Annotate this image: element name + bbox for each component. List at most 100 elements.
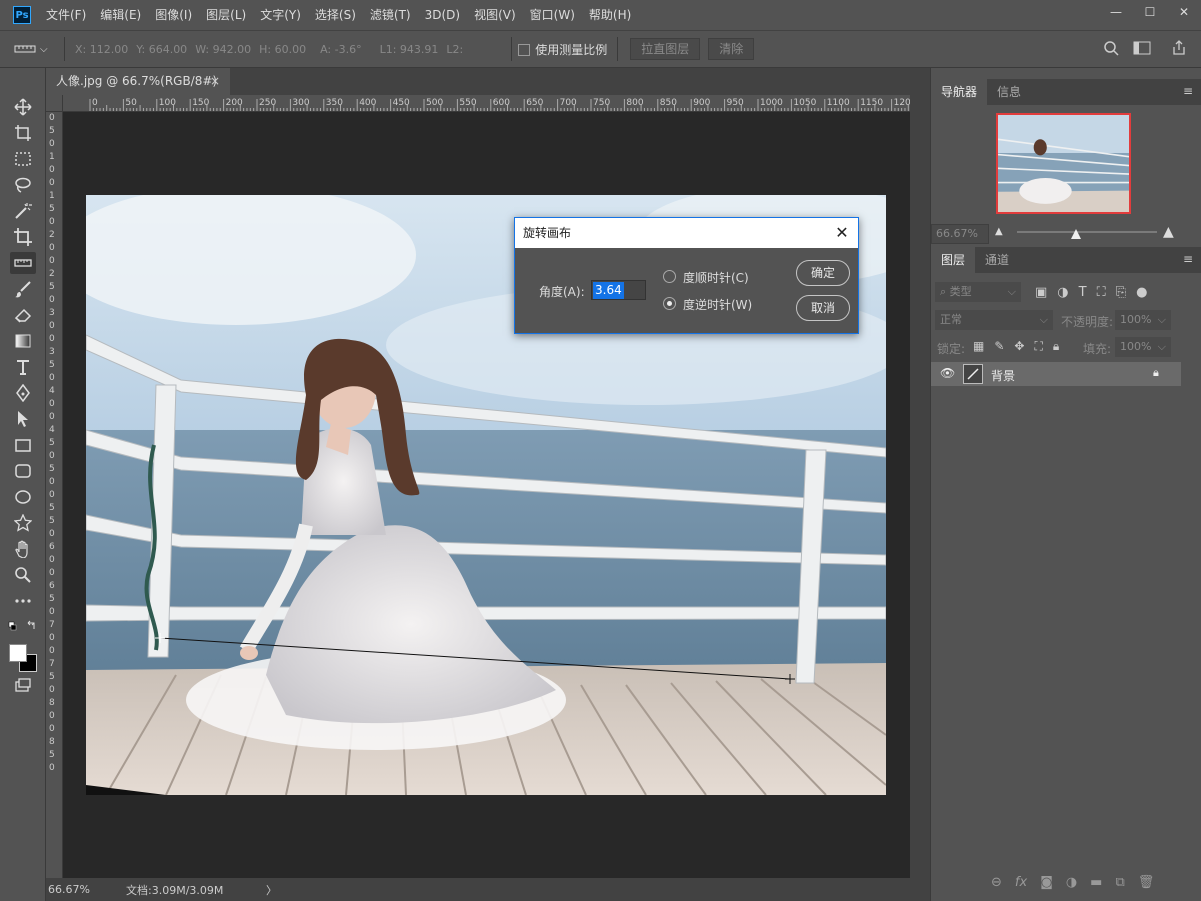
document-tab[interactable]: 人像.jpg @ 66.7%(RGB/8#) ×	[46, 68, 230, 95]
ok-button[interactable]: 确定	[796, 260, 850, 286]
filter-shape-icon[interactable]: ⛶	[1097, 285, 1106, 300]
filter-pixel-icon[interactable]: ▣	[1035, 285, 1047, 300]
menu-select[interactable]: 选择(S)	[308, 0, 363, 30]
fill-field[interactable]: 100% ⌵	[1115, 337, 1171, 357]
path-selection-tool-icon[interactable]	[10, 408, 36, 430]
share-icon[interactable]	[1171, 39, 1187, 59]
counterclockwise-label[interactable]: 度逆时针(W)	[683, 296, 752, 313]
dialog-close-icon[interactable]: ✕	[834, 218, 850, 248]
lock-transparent-icon[interactable]: ▦	[973, 339, 984, 354]
close-window-button[interactable]: ✕	[1167, 0, 1201, 24]
search-icon[interactable]	[1103, 40, 1119, 59]
navigator-panel-tabs: 导航器 信息 ≡	[931, 79, 1201, 105]
measure-w: W: 942.00	[195, 42, 252, 56]
menu-filter[interactable]: 滤镜(T)	[363, 0, 418, 30]
menu-view[interactable]: 视图(V)	[467, 0, 523, 30]
hand-tool-icon[interactable]	[10, 538, 36, 560]
status-menu-arrow[interactable]: 〉	[266, 882, 277, 898]
cancel-button[interactable]: 取消	[796, 295, 850, 321]
foreground-color-swatch[interactable]	[9, 644, 27, 662]
layer-row[interactable]: 👁︎ 背景 🔒︎	[931, 362, 1181, 386]
workspace-icon[interactable]	[1133, 41, 1151, 58]
clockwise-label[interactable]: 度顺时针(C)	[683, 269, 749, 286]
maximize-button[interactable]: ☐	[1133, 0, 1167, 24]
tab-layers[interactable]: 图层	[931, 247, 976, 273]
lock-position-icon[interactable]: ✥	[1014, 339, 1024, 354]
custom-shape-tool-icon[interactable]	[10, 512, 36, 534]
layer-name[interactable]: 背景	[991, 367, 1015, 384]
navigator-thumbnail[interactable]	[996, 113, 1131, 214]
zoom-in-icon[interactable]: ▲	[1163, 224, 1174, 240]
zoom-tool-icon[interactable]	[10, 564, 36, 586]
menu-file[interactable]: 文件(F)	[39, 0, 93, 30]
eraser-tool-icon[interactable]	[10, 304, 36, 326]
quick-mask-icon[interactable]	[10, 674, 36, 696]
zoom-out-icon[interactable]: ▲	[995, 226, 1003, 237]
ruler-tool-icon[interactable]	[10, 252, 36, 274]
gradient-tool-icon[interactable]	[10, 330, 36, 352]
clear-button[interactable]: 清除	[708, 38, 755, 60]
blend-mode-select[interactable]: 正常 ⌵	[935, 310, 1053, 330]
navigator-menu-icon[interactable]: ≡	[1183, 84, 1193, 98]
navigator-zoom-slider[interactable]	[1017, 231, 1157, 233]
menu-edit[interactable]: 编辑(E)	[93, 0, 148, 30]
adjustment-layer-icon[interactable]: ◑	[1066, 875, 1077, 890]
close-tab-icon[interactable]: ×	[210, 68, 220, 95]
minimize-button[interactable]: —	[1099, 0, 1133, 24]
more-tools-icon[interactable]	[10, 590, 36, 612]
ruler-top-label: 50	[125, 98, 137, 108]
layers-menu-icon[interactable]: ≡	[1183, 252, 1193, 266]
dialog-titlebar[interactable]: 旋转画布 ✕	[515, 218, 858, 248]
rectangle-tool-icon[interactable]	[10, 434, 36, 456]
marquee-tool-icon[interactable]	[10, 148, 36, 170]
menu-layer[interactable]: 图层(L)	[199, 0, 253, 30]
filter-type-icon[interactable]: T	[1079, 285, 1087, 300]
new-layer-icon[interactable]: ⧉	[1115, 875, 1124, 890]
angle-input[interactable]: 3.64	[591, 280, 646, 300]
opacity-field[interactable]: 100% ⌵	[1115, 310, 1171, 330]
counterclockwise-radio[interactable]	[663, 297, 676, 310]
new-group-icon[interactable]: ▬	[1090, 875, 1102, 890]
add-mask-icon[interactable]: ◙	[1040, 875, 1053, 890]
swap-colors-icon[interactable]	[8, 620, 38, 634]
straighten-layer-button[interactable]: 拉直图层	[630, 38, 701, 60]
clockwise-radio[interactable]	[663, 270, 676, 283]
brush-tool-icon[interactable]	[10, 278, 36, 300]
pen-tool-icon[interactable]	[10, 382, 36, 404]
vertical-scrollbar[interactable]	[910, 95, 930, 878]
magic-wand-tool-icon[interactable]	[10, 200, 36, 222]
filter-smartobject-icon[interactable]: ⎘	[1116, 285, 1126, 300]
crop-tool-icon[interactable]	[10, 226, 36, 248]
filter-adjustment-icon[interactable]: ◑	[1057, 285, 1068, 300]
lasso-tool-icon[interactable]	[10, 174, 36, 196]
lock-all-icon[interactable]: 🔒︎	[1053, 339, 1059, 354]
menu-3d[interactable]: 3D(D)	[418, 0, 467, 30]
artboard-tool-icon[interactable]	[10, 122, 36, 144]
layer-style-icon[interactable]: fx	[1015, 875, 1027, 890]
navigator-zoom-field[interactable]: 66.67%	[931, 224, 989, 244]
ellipse-tool-icon[interactable]	[10, 486, 36, 508]
ruler-tool-preset-icon[interactable]: ⌵	[14, 38, 58, 60]
ruler-left-label: 0	[49, 607, 55, 617]
layers-panel-tabs: 图层 通道 ≡	[931, 247, 1201, 273]
status-zoom[interactable]: 66.67%	[46, 883, 126, 896]
menu-window[interactable]: 窗口(W)	[523, 0, 582, 30]
lock-paint-icon[interactable]: ✎	[994, 339, 1004, 354]
menu-image[interactable]: 图像(I)	[148, 0, 199, 30]
menu-type[interactable]: 文字(Y)	[253, 0, 308, 30]
rounded-rectangle-tool-icon[interactable]	[10, 460, 36, 482]
tab-channels[interactable]: 通道	[975, 247, 1019, 273]
filter-toggle-icon[interactable]: ●	[1136, 285, 1147, 300]
tab-info[interactable]: 信息	[987, 79, 1031, 105]
move-tool-icon[interactable]	[10, 96, 36, 118]
type-tool-icon[interactable]	[10, 356, 36, 378]
ruler-origin[interactable]	[46, 95, 63, 112]
delete-layer-icon[interactable]: 🗑︎	[1138, 875, 1155, 890]
lock-artboard-icon[interactable]: ⛶	[1034, 339, 1042, 354]
layer-filter-kind[interactable]: ⌕ 类型 ⌵	[935, 282, 1021, 302]
tab-navigator[interactable]: 导航器	[931, 79, 988, 105]
link-layers-icon[interactable]: ⊖	[991, 875, 1002, 890]
menu-help[interactable]: 帮助(H)	[582, 0, 638, 30]
layer-visibility-icon[interactable]: 👁︎	[940, 366, 955, 380]
use-measurement-scale-checkbox[interactable]: 使用测量比例	[518, 41, 607, 58]
